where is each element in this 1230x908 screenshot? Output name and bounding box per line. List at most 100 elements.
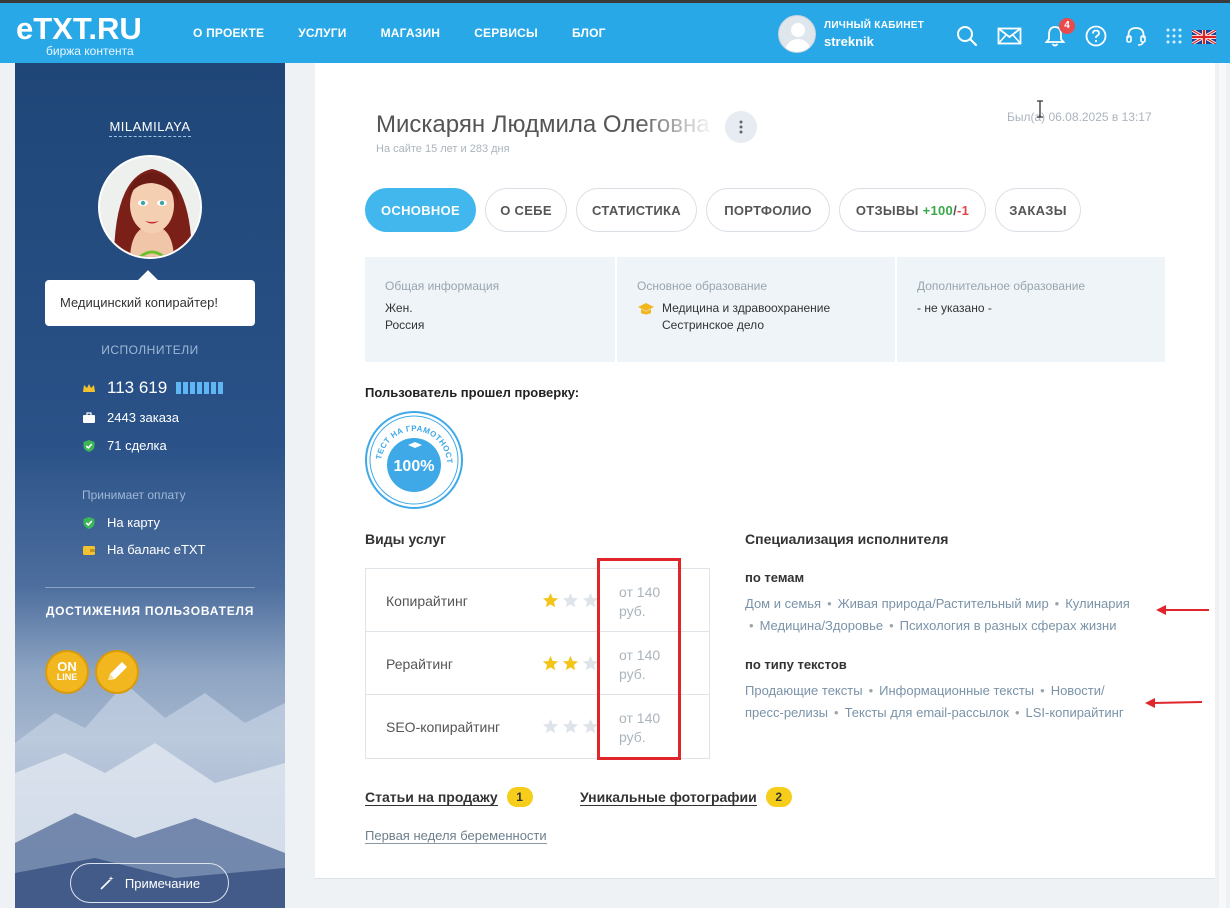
reviews-negative: -1 <box>957 202 970 218</box>
account-label: ЛИЧНЫЙ КАБИНЕТ <box>824 19 925 31</box>
specialization-tag[interactable]: Медицина/Здоровье <box>760 618 884 633</box>
uk-flag-icon[interactable] <box>1192 30 1216 44</box>
role-title: ИСПОЛНИТЕЛИ <box>101 343 199 357</box>
nav-shop[interactable]: МАГАЗИН <box>381 26 441 40</box>
general-info: Общая информация Жен. Россия <box>365 257 617 362</box>
star-icon <box>562 655 579 671</box>
annotation-arrow <box>1145 698 1203 708</box>
search-icon[interactable] <box>956 25 978 47</box>
tab-statistics[interactable]: СТАТИСТИКА <box>576 188 697 232</box>
education-speciality: Сестринское дело <box>662 318 764 332</box>
orders-count: 2443 заказа <box>107 410 179 425</box>
service-name: Рерайтинг <box>386 656 453 672</box>
profile-main: Мискарян Людмила Олеговна На сайте 15 ле… <box>315 63 1215 878</box>
star-icon <box>562 718 579 734</box>
achievement-writer-badge[interactable] <box>95 650 139 694</box>
nav-tools[interactable]: СЕРВИСЫ <box>474 26 538 40</box>
help-icon[interactable] <box>1085 25 1107 47</box>
star-icon <box>542 718 559 734</box>
tab-reviews[interactable]: ОТЗЫВЫ +100/-1 <box>839 188 986 232</box>
article-link[interactable]: Первая неделя беременности <box>365 828 547 844</box>
topics-tags-line1: Дом и семья • Живая природа/Растительный м… <box>745 596 1130 611</box>
shield-check-icon <box>83 516 95 529</box>
specialization-tag[interactable]: Новости/ <box>1051 683 1105 698</box>
text-cursor-icon <box>1037 100 1043 118</box>
articles-link[interactable]: Статьи на продажу <box>365 789 498 806</box>
specialization-tag[interactable]: пресс-релизы <box>745 705 828 720</box>
achievement-online-badge[interactable]: ON LINE <box>45 650 89 694</box>
tab-orders[interactable]: ЗАКАЗЫ <box>995 188 1081 232</box>
unique-photos: Уникальные фотографии 2 <box>580 787 792 807</box>
time-on-site: На сайте 15 лет и 283 дня <box>376 143 510 155</box>
nav-blog[interactable]: БЛОГ <box>572 26 606 40</box>
online-badge-bottom: LINE <box>56 672 78 682</box>
tab-portfolio[interactable]: ПОРТФОЛИО <box>706 188 830 232</box>
star-icon <box>542 592 559 608</box>
page-footer-strip <box>315 878 1215 908</box>
notifications-badge: 4 <box>1059 18 1075 34</box>
specialization-tag[interactable]: Психология в разных сферах жизни <box>900 618 1117 633</box>
profile-tabs: ОСНОВНОЕ О СЕБЕ СТАТИСТИКА ПОРТФОЛИО ОТЗ… <box>365 188 1090 232</box>
page-scrollbar[interactable] <box>1215 63 1230 908</box>
scrollbar-track <box>1219 63 1226 908</box>
top-navigation-bar: eTXT.RU биржа контента О ПРОЕКТЕ УСЛУГИ … <box>0 0 1230 63</box>
profile-sidebar: MILAMILAYA Медицинский копирайтер! ИСПОЛ… <box>15 63 285 908</box>
star-icon <box>542 655 559 671</box>
types-title: по типу текстов <box>745 657 847 672</box>
logo-subtitle: биржа контента <box>46 44 134 58</box>
nav-about[interactable]: О ПРОЕКТЕ <box>193 26 264 40</box>
extra-education-info: Дополнительное образование - не указано … <box>917 279 1086 315</box>
nav-services[interactable]: УСЛУГИ <box>298 26 346 40</box>
annotation-arrow <box>1156 605 1209 615</box>
specialization-tag[interactable]: Информационные тексты <box>879 683 1034 698</box>
pencil-icon <box>108 662 127 680</box>
specialization-tag[interactable]: Тексты для email-рассылок <box>845 705 1009 720</box>
note-button[interactable]: Примечание <box>70 863 229 903</box>
profile-avatar <box>98 155 202 259</box>
deals-stat: 71 сделка <box>82 438 167 453</box>
country: Россия <box>385 318 425 332</box>
site-logo[interactable]: eTXT.RU биржа контента <box>16 11 142 59</box>
education-field: Медицина и здравоохранение <box>662 301 831 315</box>
tab-main[interactable]: ОСНОВНОЕ <box>365 188 476 232</box>
verified-title: Пользователь прошел проверку: <box>365 385 580 400</box>
specialization-tag[interactable]: Живая природа/Растительный мир <box>838 596 1049 611</box>
payment-balance: На баланс eTXT <box>82 542 206 557</box>
specialization-tag[interactable]: Продающие тексты <box>745 683 863 698</box>
grid-icon[interactable] <box>1166 28 1182 44</box>
service-stars <box>542 592 599 609</box>
profile-username: MILAMILAYA <box>15 118 285 137</box>
status-bubble: Медицинский копирайтер! <box>45 280 255 326</box>
tab-reviews-label: ОТЗЫВЫ <box>855 202 919 218</box>
articles-for-sale: Статьи на продажу 1 <box>365 787 533 807</box>
headset-icon[interactable] <box>1125 25 1147 47</box>
rating-value: 113 619 <box>107 378 168 397</box>
account-menu[interactable]: ЛИЧНЫЙ КАБИНЕТ streknik <box>778 15 924 53</box>
service-name: Копирайтинг <box>386 593 468 609</box>
specialization-tag[interactable]: LSI-копирайтинг <box>1026 705 1124 720</box>
specialization-tag[interactable]: Дом и семья <box>745 596 821 611</box>
types-tags-line1: Продающие тексты • Информационные тексты • Н… <box>745 683 1105 698</box>
orders-stat: 2443 заказа <box>82 410 179 425</box>
specialization-tag[interactable]: Кулинария <box>1065 596 1130 611</box>
mail-icon[interactable] <box>997 25 1022 47</box>
profile-more-button[interactable] <box>725 111 757 143</box>
articles-count-badge: 1 <box>506 787 533 807</box>
gender: Жен. <box>385 301 413 315</box>
account-avatar <box>778 15 816 53</box>
literacy-test-seal[interactable]: ТЕСТ НА ГРАМОТНОСТЬ 100% <box>364 410 464 510</box>
note-button-label: Примечание <box>124 875 201 891</box>
more-vertical-icon <box>739 120 743 134</box>
briefcase-icon <box>83 411 95 423</box>
tab-about[interactable]: О СЕБЕ <box>485 188 567 232</box>
last-seen: Был(а) 06.08.2025 в 13:17 <box>1007 110 1152 124</box>
logo-text: eTXT.RU <box>16 11 142 46</box>
seal-value: 100% <box>394 458 435 475</box>
photos-count-badge: 2 <box>765 787 792 807</box>
service-stars <box>542 718 599 735</box>
photos-link[interactable]: Уникальные фотографии <box>580 789 757 806</box>
account-username: streknik <box>824 33 874 49</box>
sidebar-divider <box>45 587 255 588</box>
star-icon <box>562 592 579 608</box>
payment-card: На карту <box>82 515 160 530</box>
